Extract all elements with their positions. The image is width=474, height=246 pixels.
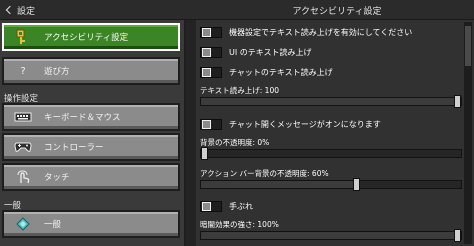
toggle-knob [202, 27, 211, 37]
bg-opacity-slider-label: 背景の不透明度: 0% [200, 138, 270, 147]
setting-chat-open[interactable]: チャット開くメッセージがオンになります [200, 115, 381, 133]
page-title: アクセシビリティ設定 [292, 7, 382, 17]
ui-tts-toggle[interactable] [200, 46, 222, 58]
settings-panel: 機器設定でテキスト読み上げを有効にしてください UI のテキスト読み上げ チャッ… [196, 20, 474, 246]
sidebar-item-label: 一般 [44, 220, 62, 230]
title-bar: 設定 アクセシビリティ設定 [0, 0, 474, 20]
chat-open-label: チャット開くメッセージがオンになります [229, 119, 381, 129]
chevron-left-icon [5, 5, 15, 15]
darkness-slider-label: 暗闇効果の強さ: 100% [200, 220, 279, 229]
sidebar-item-label: コントローラー [44, 143, 104, 153]
sidebar-item-label: アクセシビリティ設定 [44, 33, 129, 43]
sidebar-item-label: タッチ [44, 173, 70, 183]
sidebar-item-accessibility[interactable]: アクセシビリティ設定 [2, 23, 180, 51]
scrollbar-thumb[interactable] [465, 26, 471, 66]
sidebar-item-how-to-play[interactable]: ? 遊び方 [2, 57, 180, 85]
slider-thumb[interactable] [454, 229, 461, 242]
back-label: 設定 [17, 6, 36, 17]
sidebar-item-touch[interactable]: タッチ [2, 163, 180, 191]
sidebar-item-label: キーボード＆マウス [44, 113, 121, 123]
chat-tts-toggle[interactable] [200, 66, 222, 78]
setting-ui-tts[interactable]: UI のテキスト読み上げ [200, 43, 312, 61]
sidebar-item-label: 遊び方 [44, 67, 70, 77]
sidebar-item-controller[interactable]: コントローラー [2, 133, 180, 161]
bg-opacity-slider[interactable] [200, 147, 462, 160]
setting-camera-shake[interactable]: 手ぶれ [200, 197, 253, 215]
slider-thumb[interactable] [353, 178, 360, 191]
sidebar-divider [186, 20, 196, 246]
slider-thumb[interactable] [201, 147, 208, 160]
slider-fill [201, 181, 357, 188]
camera-shake-toggle[interactable] [200, 200, 222, 212]
camera-shake-label: 手ぶれ [229, 201, 253, 211]
slider-fill [201, 98, 458, 105]
toggle-knob [202, 47, 211, 57]
chat-open-toggle[interactable] [200, 118, 222, 130]
sidebar-item-keyboard-mouse[interactable]: キーボード＆マウス [2, 103, 180, 131]
toggle-knob [202, 119, 211, 129]
settings-scrollbar[interactable] [464, 22, 472, 244]
toggle-knob [202, 67, 211, 77]
setting-device-tts[interactable]: 機器設定でテキスト読み上げを有効にしてください [200, 23, 412, 41]
slider-fill [201, 232, 458, 239]
device-tts-label: 機器設定でテキスト読み上げを有効にしてください [229, 27, 413, 37]
tts-slider-label: テキスト読み上げ: 100 [200, 86, 280, 95]
tts-slider[interactable] [200, 95, 462, 108]
sidebar-item-general[interactable]: 一般 [2, 210, 180, 238]
actionbar-opacity-slider-label: アクション バー背景の不透明度: 60% [200, 169, 329, 178]
touch-icon [12, 169, 34, 185]
ui-tts-label: UI のテキスト読み上げ [229, 47, 312, 57]
keyboard-icon [12, 109, 34, 125]
diamond-icon [12, 216, 34, 232]
chat-tts-label: チャットのテキスト読み上げ [229, 67, 333, 77]
slider-thumb[interactable] [454, 95, 461, 108]
controller-icon [12, 139, 34, 155]
actionbar-opacity-slider[interactable] [200, 178, 462, 191]
device-tts-toggle[interactable] [200, 26, 222, 38]
question-icon: ? [20, 65, 26, 77]
sidebar: アクセシビリティ設定 ? 遊び方 操作設定 キーボード＆マウス コントローラー … [0, 20, 186, 246]
setting-chat-tts[interactable]: チャットのテキスト読み上げ [200, 63, 333, 81]
key-icon [12, 29, 34, 45]
darkness-slider[interactable] [200, 229, 462, 242]
back-button[interactable]: 設定 [5, 3, 35, 17]
toggle-knob [202, 201, 211, 211]
